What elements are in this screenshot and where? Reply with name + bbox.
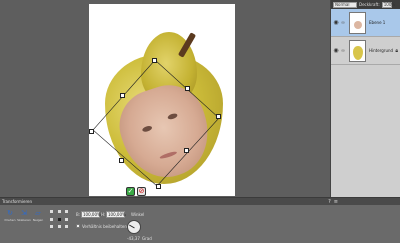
visibility-eye-icon[interactable]: ◉ [333,47,339,54]
transform-handle-left[interactable] [89,129,94,134]
link-icon[interactable]: ∞ [340,20,346,26]
constrain-checkbox[interactable] [76,224,80,228]
ref-point[interactable] [65,210,69,213]
transform-handle-bottom-right[interactable] [184,148,189,153]
width-field[interactable]: 100,00% [81,211,101,218]
layer-thumbnail [349,11,366,34]
layers-panel: Normal Deckkraft: 100% ◉ ∞ Ebene 1 ◉ ∞ H… [330,0,400,197]
left-eye [141,124,153,133]
rotate-tool-button[interactable]: ↻ Drehen [3,210,17,224]
height-label: H: [101,212,106,217]
layer-row-hintergrund[interactable]: ◉ ∞ Hintergrund 🔒︎ [331,37,400,65]
checkmark-icon[interactable]: ✓ [126,187,135,196]
layer-name: Ebene 1 [369,20,386,25]
lock-icon: 🔒︎ [395,48,398,54]
face-thumbnail [354,20,362,29]
options-title: Transformieren [2,199,33,204]
transform-handle-bottom-left[interactable] [119,158,124,163]
ref-point[interactable] [65,225,69,229]
cancel-icon[interactable]: ⊘ [137,187,146,196]
document-image[interactable] [89,4,235,196]
transform-handle-top-left[interactable] [120,93,125,98]
blend-mode-select[interactable]: Normal [333,1,357,8]
opacity-label: Deckkraft: [359,2,380,7]
ref-point[interactable] [57,225,61,229]
angle-dial-needle [129,224,135,229]
angle-value[interactable]: -43,37 [127,236,140,241]
layer-thumbnail [349,39,366,62]
layer-name: Hintergrund [369,48,394,53]
ref-point[interactable] [50,210,53,213]
rotate-icon: ↻ [7,209,13,217]
transform-handle-right[interactable] [216,114,221,119]
transform-confirm-bar: ✓ ⊘ [126,187,146,197]
ref-point[interactable] [50,217,53,221]
panel-icons: ? ≡ [328,199,338,205]
angle-label: Winkel [131,212,145,217]
transform-handle-bottom[interactable] [156,184,161,189]
opacity-field[interactable]: 100% [381,1,395,8]
right-eye [167,112,179,121]
pear-thumbnail [353,45,363,60]
constrain-label: Verhältnis beibehalten [82,224,127,229]
visibility-eye-icon[interactable]: ◉ [333,19,339,26]
scale-tool-button[interactable]: ⇲ Skalieren [17,210,31,224]
ref-point[interactable] [65,217,69,221]
mouth [159,150,178,160]
reference-point-grid[interactable] [50,210,70,230]
menu-icon[interactable]: ≡ [334,199,338,205]
ref-point[interactable] [50,225,53,229]
scale-icon: ⇲ [21,209,27,217]
scale-label: Skalieren [17,218,31,222]
editor-window: ✓ ⊘ Normal Deckkraft: 100% ◉ ∞ Ebene 1 ◉… [0,0,400,243]
height-field[interactable]: 100,00% [106,211,126,218]
tool-options-bar: Transformieren ? ≡ ↻ Drehen ⇲ Skalieren … [0,197,400,243]
layer-row-ebene-1[interactable]: ◉ ∞ Ebene 1 [331,9,400,37]
transform-handle-top[interactable] [152,58,157,63]
ref-point[interactable] [57,210,61,213]
link-icon[interactable]: ∞ [340,48,346,54]
rotate-label: Drehen [4,218,16,222]
transform-handle-top-right[interactable] [185,86,190,91]
angle-unit: Grad [142,236,152,241]
help-icon[interactable]: ? [328,199,331,205]
skew-label: Neigen [32,218,44,222]
workspace-canvas[interactable]: ✓ ⊘ [0,0,330,197]
options-tab-strip [0,198,400,205]
ref-point-center[interactable] [57,217,61,221]
skew-tool-button[interactable]: ▱ Neigen [31,210,45,224]
angle-dial[interactable] [127,220,141,234]
width-label: B: [76,212,81,217]
layers-panel-header: Normal Deckkraft: 100% [331,0,400,9]
skew-icon: ▱ [35,209,41,217]
